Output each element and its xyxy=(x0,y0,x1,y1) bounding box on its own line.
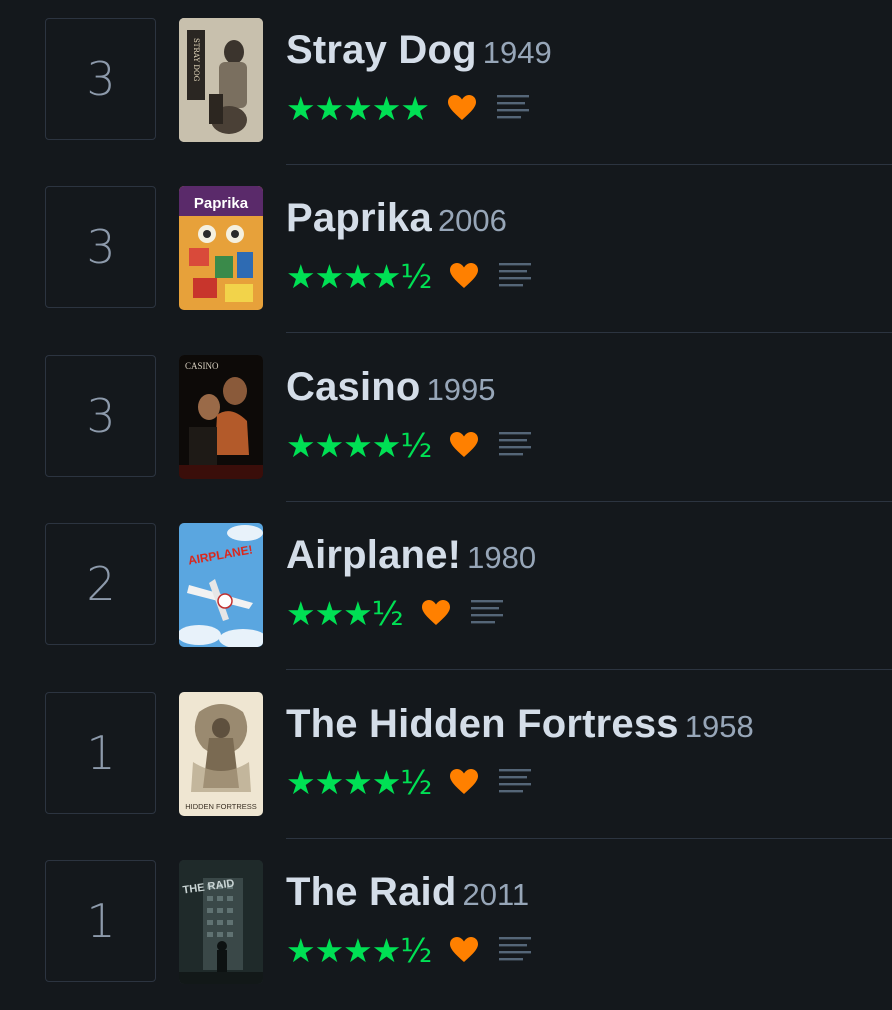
film-poster[interactable]: Paprika xyxy=(179,186,263,310)
list-item[interactable]: 3 Paprika Paprika 2006 ★★★★½ xyxy=(0,168,892,336)
poster-lettering: Paprika xyxy=(194,195,249,212)
film-title[interactable]: The Raid xyxy=(286,870,457,914)
row-divider xyxy=(286,332,892,333)
star-rating: ★★★★½ xyxy=(286,762,432,802)
heart-icon xyxy=(450,263,479,288)
poster-image: Paprika xyxy=(179,186,263,310)
star-rating: ★★★★½ xyxy=(286,425,432,465)
film-poster[interactable]: CASINO xyxy=(179,355,263,479)
review-lines-icon[interactable] xyxy=(499,767,532,797)
review-lines-icon[interactable] xyxy=(499,261,532,291)
heart-icon xyxy=(421,600,450,625)
list-item[interactable]: 1 HIDDEN FORTRESS The Hidden Fortress 195… xyxy=(0,674,892,842)
row-divider xyxy=(286,838,892,839)
review-lines-icon[interactable] xyxy=(496,93,529,123)
poster-lettering: HIDDEN FORTRESS xyxy=(185,802,257,811)
list-item[interactable]: 2 AIRPLANE! Airplane! 1980 ★★★½ xyxy=(0,505,892,673)
row-divider xyxy=(286,669,892,670)
poster-image: CASINO xyxy=(179,355,263,479)
star-rating: ★★★★½ xyxy=(286,256,432,296)
watch-count-badge: 1 xyxy=(45,860,156,982)
review-lines-icon[interactable] xyxy=(499,430,532,460)
film-year[interactable]: 1958 xyxy=(685,709,754,744)
film-year[interactable]: 1949 xyxy=(483,35,552,70)
film-year[interactable]: 1995 xyxy=(427,372,496,407)
watch-count-badge: 1 xyxy=(45,692,156,814)
poster-lettering: STRAY DOG xyxy=(192,38,200,82)
review-lines-icon[interactable] xyxy=(499,935,532,965)
film-poster[interactable]: HIDDEN FORTRESS xyxy=(179,692,263,816)
watch-count-badge: 3 xyxy=(45,186,156,308)
film-year[interactable]: 2011 xyxy=(463,877,530,912)
watch-count-badge: 3 xyxy=(45,355,156,477)
film-poster[interactable]: AIRPLANE! xyxy=(179,523,263,647)
poster-image: THE RAID xyxy=(179,860,263,984)
heart-icon xyxy=(447,95,476,120)
film-year[interactable]: 1980 xyxy=(467,540,536,575)
list-item[interactable]: 3 STRAY DOG Stray Dog 1949 ★★★★★ xyxy=(0,0,892,168)
poster-lettering: CASINO xyxy=(185,361,219,371)
film-title[interactable]: Airplane! xyxy=(286,533,461,577)
watch-count-badge: 3 xyxy=(45,18,156,140)
heart-icon xyxy=(450,937,479,962)
film-title[interactable]: The Hidden Fortress xyxy=(286,702,679,746)
list-item[interactable]: 3 CASINO Casino 1995 ★★★★½ xyxy=(0,337,892,505)
review-lines-icon[interactable] xyxy=(470,598,503,628)
row-divider xyxy=(286,164,892,165)
poster-image: HIDDEN FORTRESS xyxy=(179,692,263,816)
list-item[interactable]: 1 THE RAID The Raid 2011 ★★★★½ xyxy=(0,842,892,1010)
star-rating: ★★★½ xyxy=(286,593,404,633)
film-title[interactable]: Paprika xyxy=(286,196,432,240)
film-poster[interactable]: STRAY DOG xyxy=(179,18,263,142)
watch-count-badge: 2 xyxy=(45,523,156,645)
row-divider xyxy=(286,501,892,502)
star-rating: ★★★★½ xyxy=(286,930,432,970)
film-title[interactable]: Stray Dog xyxy=(286,28,477,72)
film-year[interactable]: 2006 xyxy=(438,203,507,238)
heart-icon xyxy=(450,769,479,794)
star-rating: ★★★★★ xyxy=(286,88,430,128)
film-poster[interactable]: THE RAID xyxy=(179,860,263,984)
poster-image: STRAY DOG xyxy=(179,18,263,142)
poster-image: AIRPLANE! xyxy=(179,523,263,647)
heart-icon xyxy=(450,432,479,457)
film-title[interactable]: Casino xyxy=(286,365,421,409)
